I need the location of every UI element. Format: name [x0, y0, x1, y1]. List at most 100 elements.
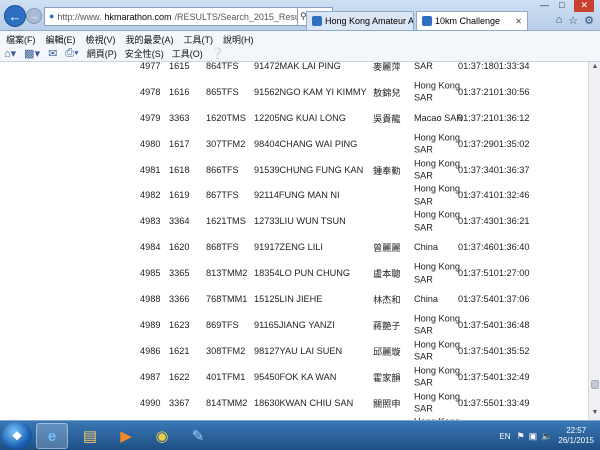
row-time: 01:37:2101:36:12 — [458, 112, 530, 123]
row-category: 864TFS — [206, 62, 239, 71]
command-bar: ⌂▾ ▩▾ ✉ ⎙▾ 網頁(P) 安全性(S) 工具(O) ❔ — [0, 45, 600, 62]
chrome-icon[interactable]: ◉ — [146, 423, 178, 449]
row-category: 867TFS — [206, 190, 239, 201]
close-tab-icon[interactable]: ✕ — [515, 17, 522, 26]
home-icon[interactable]: ⌂ — [556, 14, 563, 27]
language-indicator[interactable]: EN — [499, 432, 510, 441]
row-nationality-line2: SAR — [414, 351, 433, 362]
row-nationality: Hong KongSAR — [414, 209, 460, 234]
print-icon[interactable]: ⎙▾ — [65, 47, 78, 60]
favorites-star-icon[interactable]: ☆ — [568, 14, 578, 27]
row-place: 4985 — [140, 268, 161, 279]
row-name: 98127YAU LAI SUEN — [254, 345, 343, 356]
row-nationality: Hong KongSAR — [414, 364, 460, 389]
maximize-icon[interactable]: □ — [559, 0, 564, 12]
clock-date: 26/1/2015 — [558, 436, 594, 445]
start-button[interactable]: ❖ — [2, 422, 32, 450]
tab-label: Hong Kong Amateur Athletic... — [325, 16, 414, 26]
row-chinese-name: 霍家韻 — [373, 372, 401, 383]
row-place: 4979 — [140, 112, 161, 123]
mail-icon[interactable]: ✉ — [48, 47, 57, 60]
row-nationality: Hong KongSAR — [414, 157, 460, 182]
menu-edit[interactable]: 編輯(E) — [46, 33, 76, 45]
row-name: 91917ZENG LILI — [254, 242, 323, 253]
row-nationality-line2: SAR — [414, 222, 433, 233]
address-url-host: hkmarathon.com — [104, 11, 172, 22]
page-icon: ● — [49, 10, 55, 21]
row-category: 1620TMS — [206, 112, 246, 123]
minimize-icon[interactable]: — — [540, 0, 549, 12]
back-arrow-icon[interactable]: ← — [4, 5, 26, 27]
file-explorer-icon[interactable]: ▤ — [74, 423, 106, 449]
row-nationality-line1: Hong Kong — [414, 365, 460, 376]
row-category: 865TFS — [206, 86, 239, 97]
tray-icons: ⚑ ▣ 🔈 — [517, 431, 553, 442]
tools-menu[interactable]: 工具(O) — [172, 47, 203, 60]
row-nationality: Hong Kong SAR — [414, 183, 460, 208]
help-icon[interactable]: ❔ — [211, 47, 225, 60]
row-nationality-line1: Hong Kong — [414, 80, 460, 91]
menu-help[interactable]: 說明(H) — [223, 33, 254, 45]
row-chinese-name: 麥麗萍 — [373, 62, 401, 72]
row-chinese-name: 吳貴龍 — [373, 113, 401, 124]
gear-icon[interactable]: ⚙ — [584, 14, 594, 27]
row-name: 91539CHUNG FUNG KAN — [254, 164, 364, 175]
address-url-rest: /RESULTS/Search_2015_Results/1... — [174, 11, 297, 22]
menu-view[interactable]: 檢視(V) — [86, 33, 116, 45]
row-category-place: 1617 — [169, 138, 190, 149]
row-chinese-name: 曾麗麗 — [373, 243, 401, 254]
feeds-icon[interactable]: ▩▾ — [24, 47, 40, 60]
row-place: 4980 — [140, 138, 161, 149]
row-name: 91472MAK LAI PING — [254, 62, 341, 71]
scroll-down-arrow-icon[interactable]: ▼ — [590, 409, 600, 419]
row-category-place: 1616 — [169, 86, 190, 97]
home-icon[interactable]: ⌂▾ — [4, 47, 16, 60]
address-bar[interactable]: ● http://www. hkmarathon.com/RESULTS/Sear… — [44, 7, 298, 26]
row-category: 308TFM2 — [206, 345, 246, 356]
row-nationality-line2: SAR — [414, 196, 433, 207]
tab-favicon — [422, 16, 432, 26]
page-menu[interactable]: 網頁(P) — [87, 47, 117, 60]
row-nationality: Hong KongSAR — [414, 390, 460, 415]
row-nationality: Hong KongSAR — [414, 79, 460, 104]
table-row: 4978 1616 865TFS 91562NGO KAM YI KIMMY 敖錦兒 Ho… — [0, 79, 588, 105]
clock[interactable]: 22:57 26/1/2015 — [558, 426, 594, 446]
row-chinese-name: 蔣艷子 — [373, 320, 401, 331]
row-chinese-name: 關照申 — [373, 398, 401, 409]
tab-label: 10km Challenge — [435, 16, 501, 26]
table-row: 4986 1621 308TFM2 98127YAU LAI SUEN 邱麗璇 Hong … — [0, 338, 588, 364]
internet-explorer-icon[interactable]: e — [36, 423, 68, 449]
row-place: 4977 — [140, 62, 161, 71]
network-icon[interactable]: ▣ — [529, 431, 538, 442]
row-nationality-line1: Hong Kong — [414, 339, 460, 350]
browser-window: { "browser": { "address_url_prefix": "ht… — [0, 0, 600, 450]
row-nationality: Hong KongSAR — [414, 261, 460, 286]
row-category-place: 1618 — [169, 164, 190, 175]
row-nationality: Hong KongSAR — [414, 312, 460, 337]
volume-icon[interactable]: 🔈 — [541, 431, 552, 442]
tab-10km-challenge[interactable]: 10km Challenge ✕ — [416, 11, 528, 30]
row-time: 01:37:5401:37:06 — [458, 293, 530, 304]
menu-file[interactable]: 檔案(F) — [6, 33, 36, 45]
table-row: 4984 1620 868TFS 91917ZENG LILI 曾麗麗 China 01:3… — [0, 234, 588, 260]
tab-hkaa[interactable]: Hong Kong Amateur Athletic... — [306, 11, 414, 30]
row-time: 01:37:1801:33:34 — [458, 62, 530, 71]
menu-tools[interactable]: 工具(T) — [184, 33, 214, 45]
row-nationality-line1: Hong Kong — [414, 158, 460, 168]
forward-arrow-icon[interactable]: → — [26, 8, 42, 24]
row-nationality-line1: China — [414, 293, 439, 304]
vertical-scrollbar[interactable]: ▲ ▼ — [588, 62, 600, 420]
row-nationality-line1: Hong Kong — [414, 261, 460, 272]
safety-menu[interactable]: 安全性(S) — [125, 47, 164, 60]
paint-icon[interactable]: ✎ — [182, 423, 214, 449]
scroll-thumb[interactable] — [591, 380, 599, 389]
close-window-icon[interactable]: ✕ — [574, 0, 594, 12]
menu-favorites[interactable]: 我的最愛(A) — [126, 33, 174, 45]
row-nationality-line1: Hong Kong — [414, 183, 460, 194]
row-category: 813TMM2 — [206, 268, 248, 279]
scroll-up-arrow-icon[interactable]: ▲ — [590, 63, 600, 73]
media-player-icon[interactable]: ▶ — [110, 423, 142, 449]
row-name: 95450FOK KA WAN — [254, 371, 337, 382]
flag-icon[interactable]: ⚑ — [517, 431, 525, 442]
table-row: 4990 3367 814TMM2 18630KWAN CHIU SAN 關照申 Hong… — [0, 390, 588, 416]
